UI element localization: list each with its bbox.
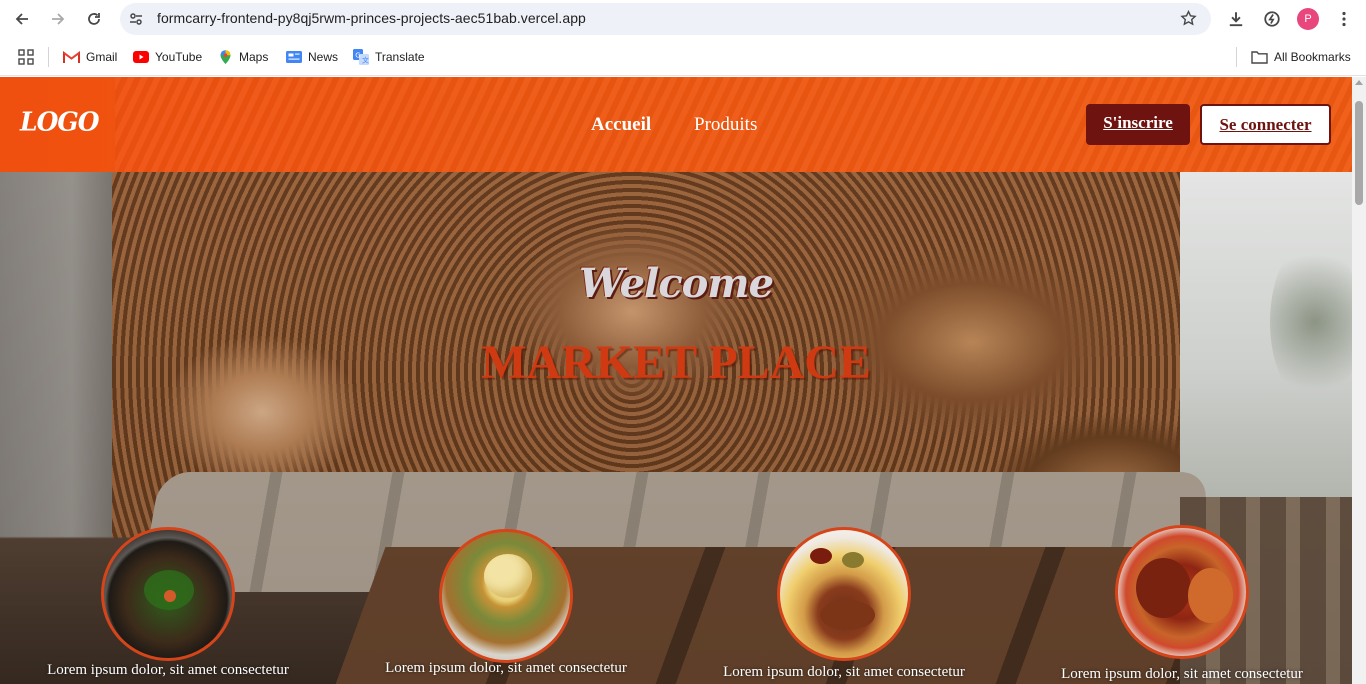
product-caption: Lorem ipsum dolor, sit amet consectetur [385,660,627,676]
youtube-icon [133,51,149,63]
hero-title: MARKET PLACE [481,336,871,389]
svg-text:G: G [355,52,360,60]
browser-toolbar: formcarry-frontend-py8qj5rwm-princes-pro… [0,0,1366,38]
product-caption: Lorem ipsum dolor, sit amet consectetur [47,662,289,678]
product-image-fufu[interactable] [439,529,573,663]
all-bookmarks-label: All Bookmarks [1274,50,1351,64]
apps-button[interactable] [18,48,34,66]
scrollbar-thumb[interactable] [1355,101,1363,205]
bookmarks-divider-right [1236,47,1237,67]
address-bar[interactable]: formcarry-frontend-py8qj5rwm-princes-pro… [120,3,1211,35]
site-header: LOGO Accueil Produits S'inscrire Se conn… [0,77,1352,172]
news-icon [286,51,302,63]
bookmark-gmail[interactable]: Gmail [63,48,117,66]
chrome-menu-button[interactable] [1333,8,1355,30]
bookmark-youtube-label: YouTube [155,50,203,64]
product-image-soup[interactable] [101,527,235,661]
folder-icon [1251,51,1268,64]
scroll-up-arrow-icon[interactable] [1355,80,1363,85]
all-bookmarks-button[interactable]: All Bookmarks [1251,48,1351,66]
site-logo[interactable]: LOGO [20,106,99,136]
product-caption: Lorem ipsum dolor, sit amet consectetur [1061,666,1303,682]
bookmarks-divider [48,47,49,67]
signup-button[interactable]: S'inscrire [1086,104,1190,145]
profile-avatar[interactable]: P [1297,8,1319,30]
hero-welcome: Welcome [578,260,774,307]
bookmark-translate[interactable]: G文 Translate [353,48,425,66]
bookmark-gmail-label: Gmail [86,50,118,64]
back-arrow-icon [15,13,28,25]
bookmark-maps[interactable]: Maps [218,48,268,66]
downloads-button[interactable] [1225,8,1247,30]
bookmark-news-label: News [308,50,339,64]
url-text: formcarry-frontend-py8qj5rwm-princes-pro… [157,10,586,26]
download-icon [1229,12,1243,27]
apps-grid-icon [18,49,34,65]
site-info-icon[interactable] [128,11,144,32]
gmail-icon [63,50,80,63]
nav-link-accueil[interactable]: Accueil [591,114,651,136]
forward-arrow-icon [52,13,65,25]
reload-button[interactable] [83,8,105,30]
reload-icon [88,13,100,25]
login-button[interactable]: Se connecter [1200,104,1331,145]
performance-icon [1264,11,1280,27]
kebab-menu-icon [1342,11,1346,27]
maps-icon [220,50,231,64]
nav-link-produits[interactable]: Produits [694,114,757,136]
product-image-jollof[interactable] [1115,525,1249,659]
performance-button[interactable] [1261,8,1283,30]
translate-icon: G文 [353,49,369,65]
product-image-fries-chicken[interactable] [777,527,911,661]
page-viewport: LOGO Accueil Produits S'inscrire Se conn… [0,77,1352,684]
forward-button[interactable] [47,8,69,30]
product-caption: Lorem ipsum dolor, sit amet consectetur [723,664,965,680]
svg-text:文: 文 [362,56,369,65]
bookmark-maps-label: Maps [239,50,269,64]
bookmark-youtube[interactable]: YouTube [133,48,202,66]
bookmark-translate-label: Translate [375,50,425,64]
back-button[interactable] [11,8,33,30]
bookmarks-bar: Gmail YouTube Maps News G文 Translate All… [0,38,1366,76]
page-scrollbar[interactable] [1352,77,1366,684]
bookmark-star-icon[interactable] [1180,9,1197,32]
bookmark-news[interactable]: News [286,48,338,66]
